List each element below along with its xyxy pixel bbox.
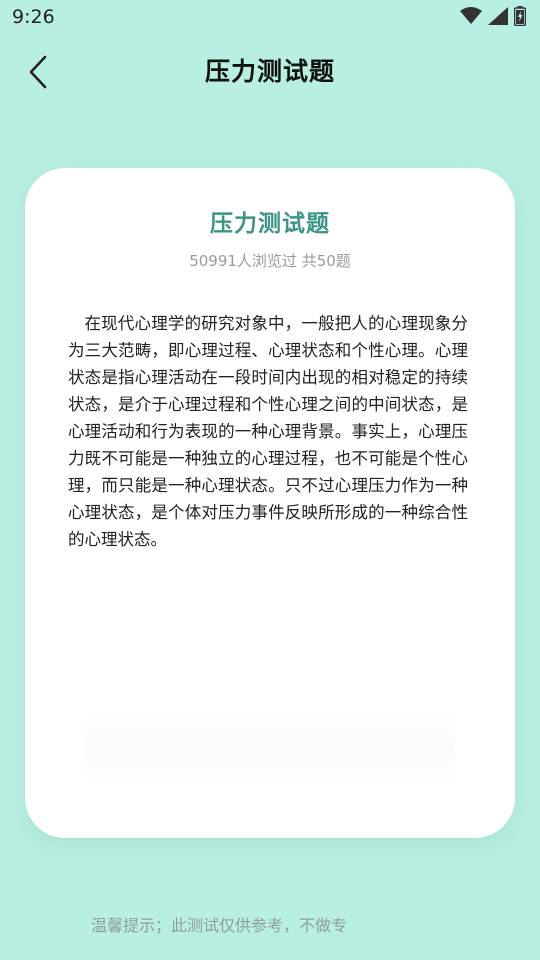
card-meta: 50991人浏览过 共50题 <box>189 252 351 270</box>
app-header: 压力测试题 <box>0 40 540 104</box>
page-title: 压力测试题 <box>204 57 335 86</box>
card-title: 压力测试题 <box>210 211 330 237</box>
status-bar: 9:26 <box>0 0 540 36</box>
footer-tip: 温馨提示；此测试仅供参考，不做专 <box>91 916 348 935</box>
status-time: 9:26 <box>12 6 55 28</box>
card-fade-overlay <box>85 708 455 788</box>
status-icons <box>460 6 526 26</box>
battery-icon <box>514 6 526 26</box>
wifi-icon <box>460 7 482 24</box>
signal-icon <box>488 7 508 25</box>
test-intro-card: 压力测试题 50991人浏览过 共50题 在现代心理学的研究对象中，一般把人的心… <box>25 168 515 838</box>
card-description: 在现代心理学的研究对象中，一般把人的心理现象分为三大范畴，即心理过程、心理状态和… <box>68 314 468 549</box>
